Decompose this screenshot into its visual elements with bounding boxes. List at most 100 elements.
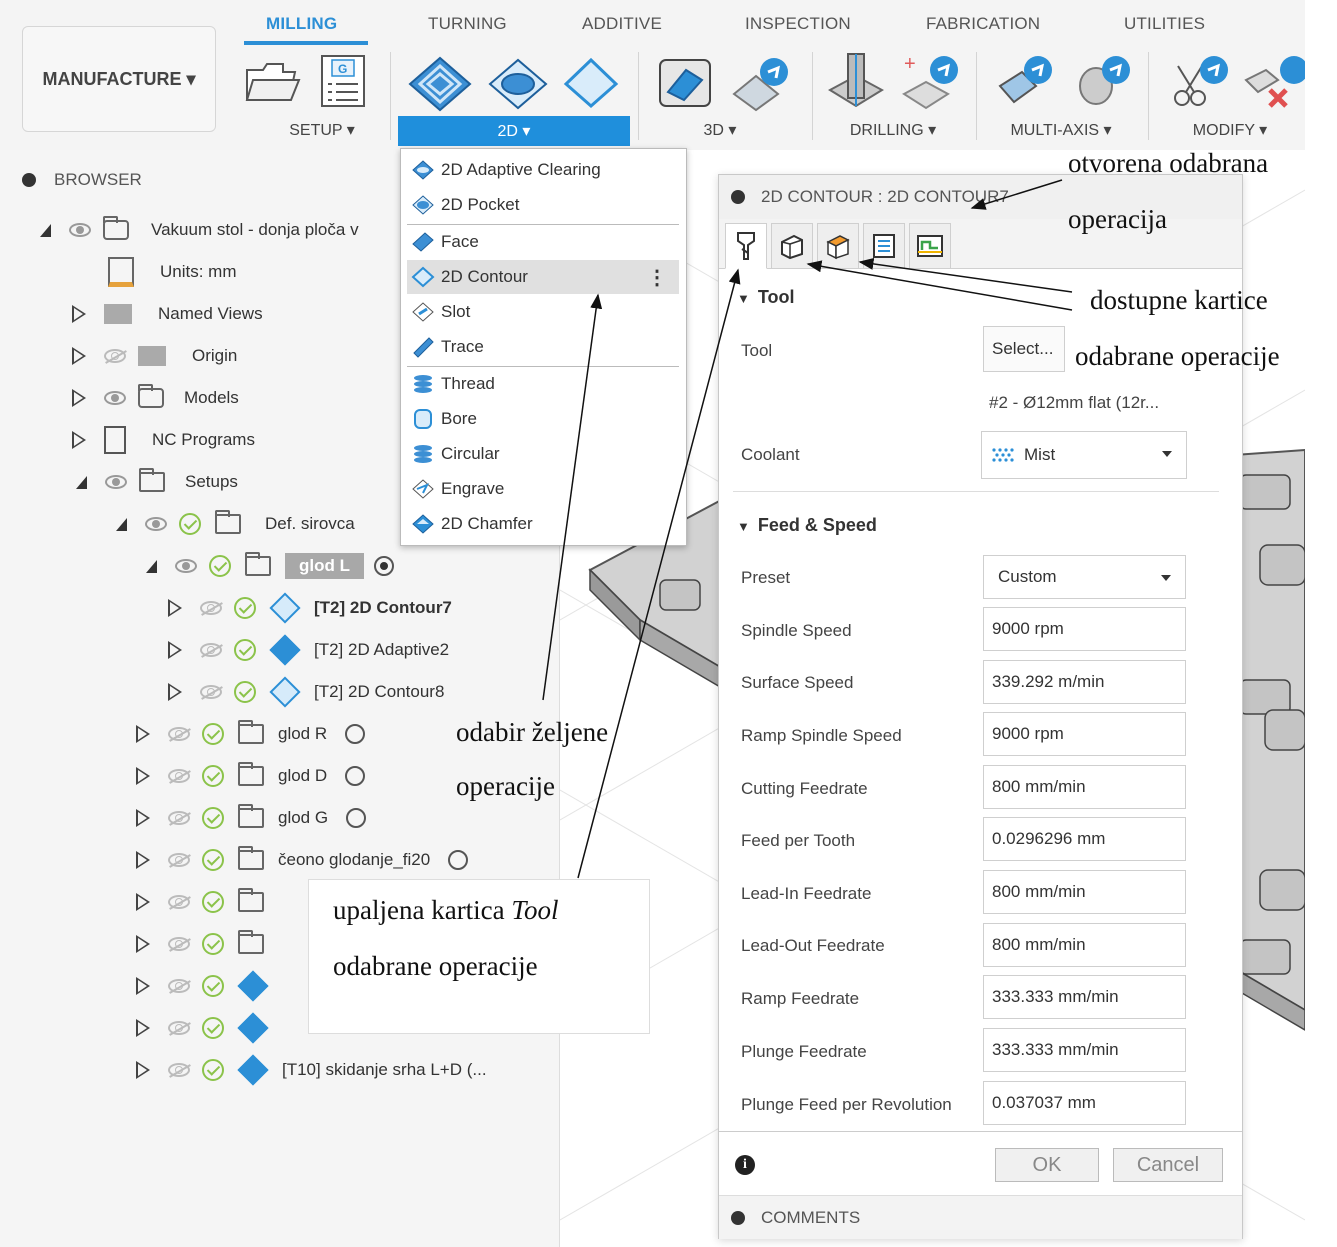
comments-section[interactable]: COMMENTS xyxy=(719,1195,1242,1239)
ramp-feedrate-input[interactable]: 333.333 mm/min xyxy=(983,975,1186,1019)
expand-open-icon[interactable] xyxy=(76,475,87,489)
expand-plus-icon[interactable] xyxy=(731,1210,745,1225)
select-tool-button[interactable]: Select... xyxy=(983,326,1065,372)
eye-icon[interactable] xyxy=(69,223,91,237)
tree-item-glod-l[interactable]: glod L xyxy=(146,546,394,586)
tab-turning[interactable]: TURNING xyxy=(428,14,507,34)
tab-tool[interactable] xyxy=(725,223,767,269)
plunge-feedrate-input[interactable]: 333.333 mm/min xyxy=(983,1028,1186,1072)
tab-passes[interactable] xyxy=(863,223,905,269)
menu-item-2d-adaptive-clearing[interactable]: 2D Adaptive Clearing xyxy=(407,153,679,187)
cancel-button[interactable]: Cancel xyxy=(1113,1148,1223,1182)
collapse-icon[interactable] xyxy=(731,190,745,204)
setup-group-label[interactable]: SETUP ▾ xyxy=(262,120,382,140)
collapse-icon[interactable] xyxy=(22,173,36,187)
tab-milling[interactable]: MILLING xyxy=(266,14,337,34)
nc-program-icon[interactable]: G xyxy=(318,54,368,110)
tree-item-op[interactable] xyxy=(136,966,282,1006)
swarf-icon[interactable] xyxy=(1072,52,1136,112)
2d-pocket-icon[interactable] xyxy=(486,54,550,114)
eye-hidden-icon[interactable] xyxy=(168,727,190,741)
expand-closed-icon[interactable] xyxy=(136,1019,150,1037)
eye-hidden-icon[interactable] xyxy=(168,1021,190,1035)
expand-closed-icon[interactable] xyxy=(168,683,182,701)
hole-recognition-icon[interactable]: + xyxy=(900,50,964,112)
3d-adaptive-icon[interactable] xyxy=(656,56,714,110)
menu-item-face[interactable]: Face xyxy=(407,225,679,259)
preset-select[interactable]: Custom xyxy=(983,555,1186,599)
eye-icon[interactable] xyxy=(175,559,197,573)
section-tool-title[interactable]: ▼ Tool xyxy=(737,287,795,308)
tree-root[interactable]: Vakuum stol - donja ploča v xyxy=(40,210,359,250)
expand-closed-icon[interactable] xyxy=(136,725,150,743)
ok-button[interactable]: OK xyxy=(995,1148,1099,1182)
active-radio-icon[interactable] xyxy=(373,556,394,576)
expand-closed-icon[interactable] xyxy=(72,389,86,407)
menu-item-2d-chamfer[interactable]: 2D Chamfer xyxy=(407,507,679,541)
tree-item-nc-programs[interactable]: NC Programs xyxy=(72,420,255,460)
tab-heights[interactable] xyxy=(817,223,859,269)
delete-toolpath-icon[interactable] xyxy=(1242,52,1305,112)
info-icon[interactable]: i xyxy=(735,1155,755,1175)
2d-contour-icon[interactable] xyxy=(562,56,620,110)
tree-item-def-sirovca[interactable]: Def. sirovca xyxy=(116,504,355,544)
eye-hidden-icon[interactable] xyxy=(168,853,190,867)
tab-fabrication[interactable]: FABRICATION xyxy=(926,14,1040,34)
menu-item-thread[interactable]: Thread xyxy=(407,367,679,401)
menu-item-slot[interactable]: Slot xyxy=(407,295,679,329)
tab-additive[interactable]: ADDITIVE xyxy=(582,14,662,34)
surface-speed-input[interactable]: 339.292 m/min xyxy=(983,660,1186,704)
expand-closed-icon[interactable] xyxy=(136,851,150,869)
drilling-group-label[interactable]: DRILLING ▾ xyxy=(838,120,948,140)
expand-closed-icon[interactable] xyxy=(136,935,150,953)
plunge-feed-per-rev-input[interactable]: 0.037037 mm xyxy=(983,1081,1186,1125)
tab-linking[interactable] xyxy=(909,223,951,269)
expand-closed-icon[interactable] xyxy=(136,809,150,827)
tree-item-ceono[interactable]: čeono glodanje_fi20 xyxy=(136,840,469,880)
drill-icon[interactable] xyxy=(826,50,884,112)
expand-closed-icon[interactable] xyxy=(168,641,182,659)
eye-hidden-icon[interactable] xyxy=(168,979,190,993)
eye-hidden-icon[interactable] xyxy=(168,769,190,783)
eye-hidden-icon[interactable] xyxy=(168,811,190,825)
collapse-triangle-icon[interactable]: ▼ xyxy=(737,291,750,306)
menu-item-trace[interactable]: Trace xyxy=(407,330,679,364)
tree-item-op-adaptive2[interactable]: [T2] 2D Adaptive2 xyxy=(168,630,449,670)
tab-inspection[interactable]: INSPECTION xyxy=(745,14,851,34)
expand-open-icon[interactable] xyxy=(40,223,51,237)
radio-icon[interactable] xyxy=(345,724,366,744)
tree-item-folder[interactable] xyxy=(136,882,278,922)
eye-icon[interactable] xyxy=(104,391,126,405)
lead-in-feedrate-input[interactable]: 800 mm/min xyxy=(983,870,1186,914)
new-setup-icon[interactable] xyxy=(243,56,301,106)
eye-hidden-icon[interactable] xyxy=(168,937,190,951)
cutting-feedrate-input[interactable]: 800 mm/min xyxy=(983,765,1186,809)
expand-closed-icon[interactable] xyxy=(72,305,86,323)
tree-item-op-skidanje[interactable]: [T10] skidanje srha L+D (... xyxy=(136,1050,487,1090)
eye-hidden-icon[interactable] xyxy=(200,685,222,699)
expand-closed-icon[interactable] xyxy=(136,893,150,911)
workspace-switcher[interactable]: MANUFACTURE ▾ xyxy=(22,26,216,132)
menu-item-bore[interactable]: Bore xyxy=(407,402,679,436)
eye-icon[interactable] xyxy=(105,475,127,489)
expand-closed-icon[interactable] xyxy=(136,1061,150,1079)
3d-pocket-icon[interactable] xyxy=(730,54,794,112)
tree-item-op[interactable] xyxy=(136,1008,282,1048)
browser-header[interactable]: BROWSER xyxy=(22,160,142,200)
tab-geometry[interactable] xyxy=(771,223,813,269)
menu-item-2d-pocket[interactable]: 2D Pocket xyxy=(407,188,679,222)
ramp-spindle-speed-input[interactable]: 9000 rpm xyxy=(983,712,1186,756)
expand-closed-icon[interactable] xyxy=(136,977,150,995)
expand-open-icon[interactable] xyxy=(146,559,157,573)
expand-closed-icon[interactable] xyxy=(136,767,150,785)
collapse-triangle-icon[interactable]: ▼ xyxy=(737,519,750,534)
tree-item-glod-r[interactable]: glod R xyxy=(136,714,366,754)
eye-hidden-icon[interactable] xyxy=(168,895,190,909)
menu-item-engrave[interactable]: Engrave xyxy=(407,472,679,506)
expand-closed-icon[interactable] xyxy=(168,599,182,617)
section-feed-title[interactable]: ▼ Feed & Speed xyxy=(737,515,877,536)
menu-item-circular[interactable]: Circular xyxy=(407,437,679,471)
2d-group-button[interactable]: 2D ▾ xyxy=(398,116,630,146)
tree-item-units[interactable]: Units: mm xyxy=(108,252,237,292)
tab-utilities[interactable]: UTILITIES xyxy=(1124,14,1205,34)
